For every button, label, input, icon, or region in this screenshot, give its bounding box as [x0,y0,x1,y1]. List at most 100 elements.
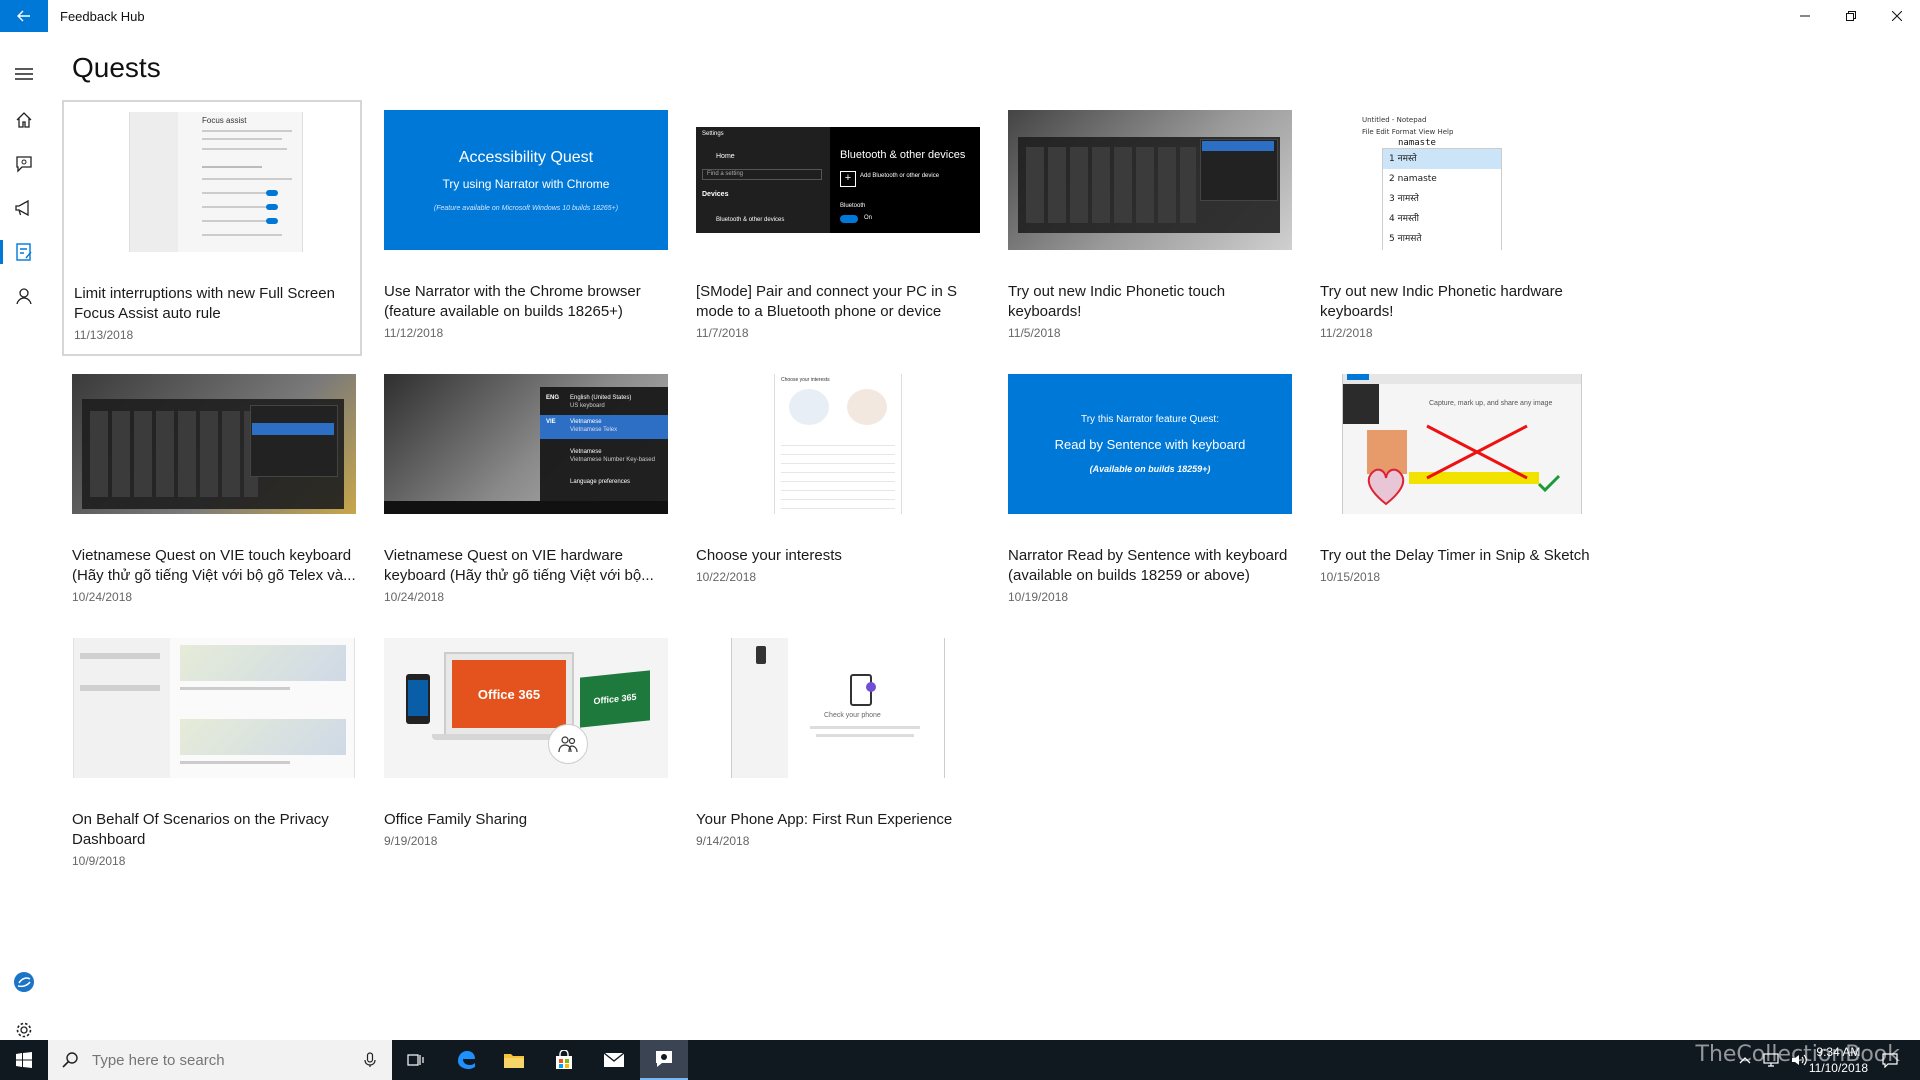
taskbar: TheCollectionBook 9:34 AM 11/10/2018 [0,1040,1920,1080]
thumbnail-subheading: Try this Narrator feature Quest: [1080,414,1219,425]
clock-date: 11/10/2018 [1808,1061,1868,1075]
mail-icon [603,1052,625,1067]
quest-date: 10/15/2018 [1320,570,1381,584]
quest-date: 11/7/2018 [696,326,749,340]
quest-date: 9/19/2018 [384,834,438,848]
task-view-button[interactable] [392,1040,440,1080]
action-center-button[interactable] [1870,1040,1910,1080]
your-phone-screenshot: Check your phone [731,638,945,778]
quest-title: Office Family Sharing [384,811,528,828]
quest-thumbnail: ENG English (United States) US keyboard … [384,374,668,514]
quest-thumbnail: Choose your interests [696,374,980,514]
nav-feedback[interactable] [0,142,48,186]
quest-thumbnail: Office 365 Office 365 [384,638,668,778]
quest-card[interactable]: Check your phone Your Phone App: First R… [686,628,986,884]
add-icon: + [840,171,856,187]
quest-thumbnail: Try this Narrator feature Quest: Read by… [1008,374,1292,514]
quest-card[interactable]: Choose your interests Choose your intere… [686,364,986,620]
quest-title: [SMode] Pair and connect your PC in S mo… [696,283,957,320]
start-button[interactable] [0,1040,48,1080]
page-title: Quests [72,52,161,83]
taskbar-search-box[interactable] [48,1040,392,1080]
quest-card[interactable]: Try out new Indic Phonetic touch keyboar… [998,100,1298,356]
thumbnail-text: ENG [546,395,560,401]
quest-title: Try out new Indic Phonetic hardware keyb… [1320,283,1563,320]
thumbnail-text: Language preferences [570,479,631,485]
back-arrow-icon [17,10,30,22]
quest-card[interactable]: Try this Narrator feature Quest: Read by… [998,364,1298,620]
nav-insider[interactable] [0,960,48,1004]
back-button[interactable] [0,0,48,32]
close-button[interactable] [1874,0,1920,32]
thumbnail-heading: Read by Sentence with keyboard [1054,437,1246,452]
quest-date: 10/9/2018 [72,854,126,868]
quest-title: Narrator Read by Sentence with keyboard … [1008,547,1288,584]
restore-button[interactable] [1828,0,1874,32]
settings-icon [16,1022,32,1038]
thumbnail-text: Untitled - Notepad [1362,116,1427,124]
office365-logo: Office 365 [452,660,566,728]
quest-card[interactable]: Focus assist Limit interruptions with ne… [62,100,362,356]
quest-thumbnail: Settings Home Find a setting Devices Blu… [696,110,980,250]
feedback-icon [16,156,32,173]
navigation-rail [0,32,48,1040]
thumbnail-text: File Edit Format View Help [1362,128,1454,136]
office-devices-image: Office 365 Office 365 [384,638,668,778]
quest-title: On Behalf Of Scenarios on the Privacy Da… [72,811,329,848]
minimize-icon [1800,15,1810,17]
snip-sketch-screenshot: Capture, mark up, and share any image [1342,374,1582,514]
thumbnail-text: US keyboard [570,403,605,409]
thumbnail-text: Vietnamese Telex [570,427,618,433]
quest-date: 10/22/2018 [696,570,757,584]
folder-icon [504,1054,524,1068]
thumbnail-text: Bluetooth & other devices [840,149,966,161]
privacy-dashboard-screenshot [73,638,355,778]
minimize-button[interactable] [1782,0,1828,32]
search-input[interactable] [90,1050,364,1070]
thumbnail-text: Bluetooth [840,203,866,209]
quest-card[interactable]: Accessibility Quest Try using Narrator w… [374,100,674,356]
quests-icon [16,243,32,261]
hamburger-menu-button[interactable] [0,52,48,96]
feedback-hub-icon [656,1051,672,1067]
restore-icon [1846,11,1856,21]
quest-card[interactable]: Untitled - Notepad File Edit Format View… [1310,100,1610,356]
thumbnail-text: English (United States) [570,395,632,401]
quest-card[interactable]: Capture, mark up, and share any image Tr… [1310,364,1610,620]
file-explorer-taskbar-button[interactable] [490,1040,538,1080]
task-view-icon [407,1054,424,1066]
quest-date: 11/12/2018 [384,326,444,340]
language-flyout: ENG English (United States) US keyboard … [540,387,668,514]
thumbnail-text: Vietnamese [570,419,602,425]
thumbnail-text: 1 नमस्ते [1383,149,1501,169]
profile-icon [16,288,32,305]
microphone-icon[interactable] [364,1052,376,1068]
touch-keyboard-image [1008,110,1292,250]
quest-card[interactable]: ENG English (United States) US keyboard … [374,364,674,620]
clock-time: 9:34 AM [1816,1045,1861,1059]
red-cross-mark [1426,424,1528,480]
title-bar: Feedback Hub [0,0,1920,32]
mail-taskbar-button[interactable] [590,1040,638,1080]
edge-taskbar-button[interactable] [442,1040,490,1080]
windows-logo-icon [16,1052,32,1068]
quest-card[interactable]: Settings Home Find a setting Devices Blu… [686,100,986,356]
nav-announcements[interactable] [0,186,48,230]
menu-icon [15,68,33,80]
taskbar-clock[interactable]: 9:34 AM 11/10/2018 [1809,1044,1868,1076]
notification-icon [1882,1053,1898,1068]
heart-drawing [1367,468,1405,506]
quest-card[interactable]: Vietnamese Quest on VIE touch keyboard (… [62,364,362,620]
notepad-screenshot: Untitled - Notepad File Edit Format View… [1362,110,1562,250]
thumbnail-text: 3 नामस्ते [1389,194,1419,204]
thumbnail-note: (Available on builds 18259+) [1089,464,1211,474]
store-taskbar-button[interactable] [540,1040,588,1080]
nav-quests[interactable] [0,230,48,274]
quest-card[interactable]: Office 365 Office 365 Office Family Shar… [374,628,674,884]
quest-title: Use Narrator with the Chrome browser (fe… [384,283,641,320]
nav-home[interactable] [0,98,48,142]
quest-card[interactable]: On Behalf Of Scenarios on the Privacy Da… [62,628,362,884]
nav-profile[interactable] [0,274,48,318]
feedback-hub-taskbar-button[interactable] [640,1040,688,1080]
edge-icon [458,1051,475,1069]
